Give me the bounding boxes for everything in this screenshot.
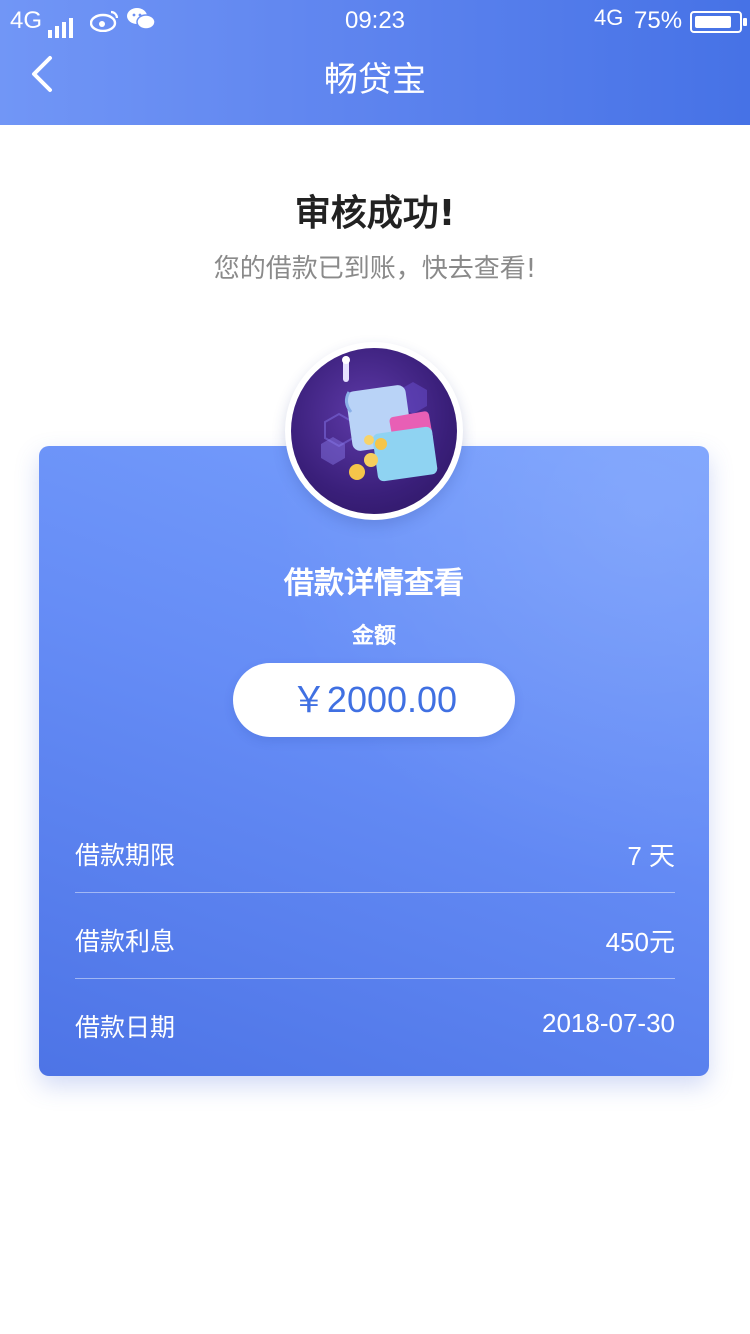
card-title: 借款详情查看 (284, 566, 464, 601)
loan-date-row: 借款日期 2018-07-30 (75, 984, 675, 1064)
loan-interest-row: 借款利息 450元 (75, 898, 675, 979)
loan-term-row: 借款期限 7 天 (75, 812, 675, 893)
header: 4G 09:23 4G 75% 畅贷宝 (0, 0, 750, 125)
amount-pill: ￥2000.00 (233, 663, 515, 737)
result-headline: 审核成功! (294, 193, 456, 234)
battery-icon (690, 11, 747, 33)
amount-label: 金额 (351, 624, 396, 649)
status-bar: 4G 09:23 4G 75% (0, 0, 750, 40)
wallet-illustration (285, 342, 463, 520)
row-label: 借款利息 (75, 927, 176, 956)
battery-percent: 75% (634, 7, 683, 34)
row-value: 7 天 (627, 841, 675, 871)
row-value: 450元 (605, 927, 675, 957)
row-label: 借款期限 (75, 841, 176, 870)
row-label: 借款日期 (75, 1013, 176, 1042)
network-type-right: 4G (594, 5, 624, 30)
wallet-icon (321, 356, 438, 482)
loan-detail-card: 借款详情查看 金额 ￥2000.00 借款期限 7 天 借款利息 450元 借款… (39, 446, 709, 1076)
result-subline: 您的借款已到账，快去查看! (213, 254, 537, 284)
row-value: 2018-07-30 (542, 1008, 675, 1038)
page-title: 畅贷宝 (324, 60, 426, 100)
